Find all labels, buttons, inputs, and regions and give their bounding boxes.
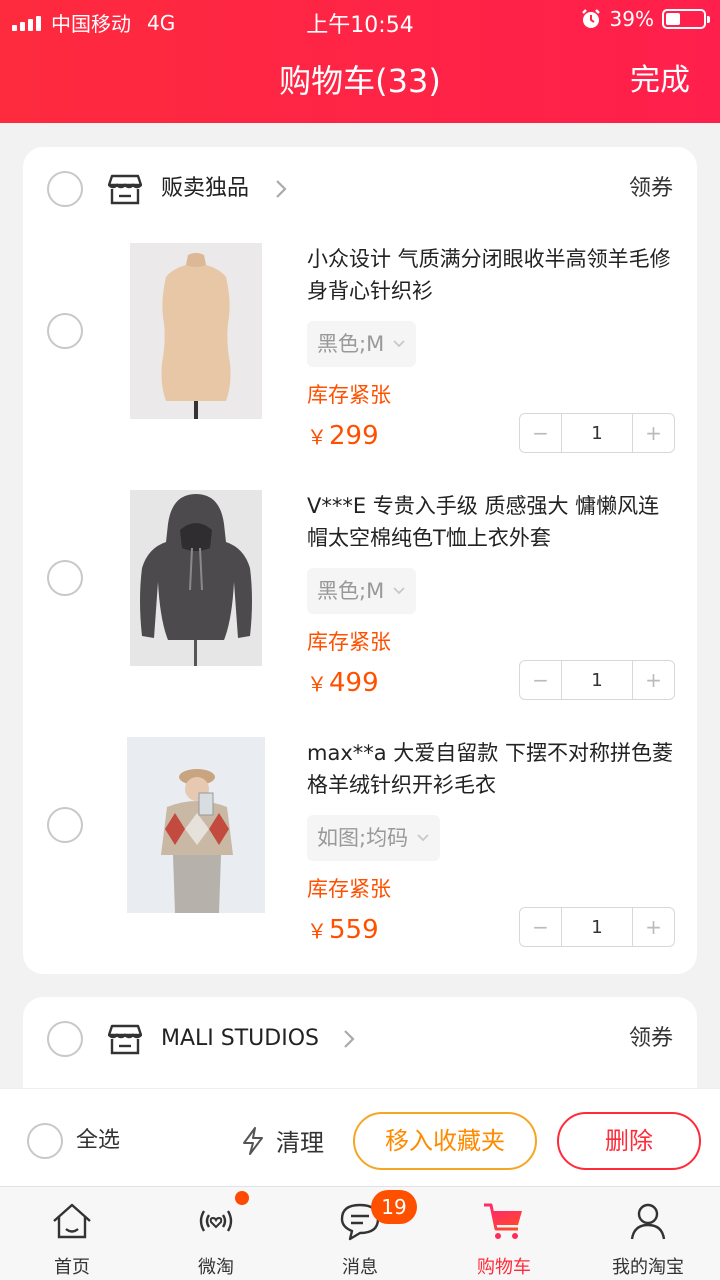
item-select-radio[interactable] (47, 560, 83, 596)
chevron-down-icon (393, 340, 405, 348)
shop-header: 贩卖独品 领券 (23, 147, 697, 233)
currency-symbol: ￥ (307, 425, 327, 449)
tab-home[interactable]: 首页 (0, 1187, 144, 1280)
price: ￥499 (307, 666, 379, 701)
shop-select-radio[interactable] (47, 1021, 83, 1057)
tab-label: 消息 (342, 1257, 378, 1278)
price: ￥559 (307, 913, 379, 948)
notification-dot (235, 1191, 249, 1205)
cart-item: max**a 大爱自留款 下摆不对称拼色菱格羊绒针织开衫毛衣 如图;均码 库存紧… (23, 737, 697, 977)
shop-select-radio[interactable] (47, 171, 83, 207)
alarm-icon (581, 9, 600, 28)
tab-label: 购物车 (477, 1257, 531, 1278)
cart-action-bar: 全选 清理 移入收藏夹 删除 (0, 1088, 720, 1186)
stock-warning: 库存紧张 (307, 383, 391, 407)
quantity-stepper: − 1 + (519, 907, 675, 947)
quantity-value[interactable]: 1 (562, 661, 632, 699)
page-title: 购物车(33) (279, 62, 441, 100)
store-icon (108, 1024, 142, 1055)
stock-warning: 库存紧张 (307, 630, 391, 654)
lightning-icon (243, 1126, 263, 1155)
select-all-radio[interactable] (27, 1123, 63, 1159)
battery-percent: 39% (609, 7, 654, 31)
chevron-right-icon[interactable] (341, 1027, 357, 1051)
quantity-stepper: − 1 + (519, 660, 675, 700)
price-value: 499 (329, 668, 379, 698)
spec-label: 黑色;M (317, 579, 385, 603)
currency-symbol: ￥ (307, 919, 327, 943)
cart-item: 小众设计 气质满分闭眼收半高领羊毛修身背心针织衫 黑色;M 库存紧张 ￥299 … (23, 243, 697, 483)
done-button[interactable]: 完成 (630, 58, 690, 104)
spec-selector[interactable]: 黑色;M (307, 568, 417, 614)
product-image[interactable] (130, 490, 262, 666)
bottom-tab-bar: 首页 微淘 消息 购物车 我的淘宝 (0, 1186, 720, 1280)
product-image[interactable] (127, 737, 265, 913)
coupon-button[interactable]: 领券 (629, 1023, 673, 1055)
move-to-favorites-button[interactable]: 移入收藏夹 (353, 1112, 537, 1170)
chevron-down-icon (417, 834, 429, 842)
shop-name[interactable]: 贩卖独品 (161, 173, 249, 205)
message-count-badge: 19 (371, 1190, 417, 1224)
product-image[interactable] (130, 243, 262, 419)
weitao-icon (199, 1210, 233, 1232)
quantity-stepper: − 1 + (519, 413, 675, 453)
tab-label: 首页 (54, 1257, 90, 1278)
spec-selector[interactable]: 如图;均码 (307, 815, 441, 861)
spec-selector[interactable]: 黑色;M (307, 321, 417, 367)
increase-button[interactable]: + (632, 908, 674, 946)
status-bar: 中国移动 4G 上午10:54 39% (0, 0, 720, 40)
product-title[interactable]: V***E 专贵入手级 质感强大 慵懒风连帽太空棉纯色T恤上衣外套 (307, 490, 677, 554)
price-value: 299 (329, 421, 379, 451)
chevron-right-icon[interactable] (273, 177, 289, 201)
clean-button[interactable]: 清理 (240, 1123, 324, 1158)
shop-name[interactable]: MALI STUDIOS (161, 1023, 319, 1055)
clean-label: 清理 (276, 1129, 324, 1157)
spec-label: 如图;均码 (317, 826, 409, 850)
currency-symbol: ￥ (307, 672, 327, 696)
price: ￥299 (307, 419, 379, 454)
tab-cart[interactable]: 购物车 (432, 1187, 576, 1280)
shop-card: MALI STUDIOS 领券 (23, 997, 697, 1088)
shop-card: 贩卖独品 领券 小众设计 气质满分闭眼收半高领羊毛修身背心针织衫 黑色;M 库存… (23, 147, 697, 974)
increase-button[interactable]: + (632, 661, 674, 699)
delete-button[interactable]: 删除 (557, 1112, 701, 1170)
battery-icon (662, 9, 710, 29)
shop-header: MALI STUDIOS 领券 (23, 997, 697, 1083)
decrease-button[interactable]: − (520, 908, 562, 946)
product-title[interactable]: max**a 大爱自留款 下摆不对称拼色菱格羊绒针织开衫毛衣 (307, 737, 677, 801)
cart-item: V***E 专贵入手级 质感强大 慵懒风连帽太空棉纯色T恤上衣外套 黑色;M 库… (23, 490, 697, 730)
decrease-button[interactable]: − (520, 414, 562, 452)
tab-label: 微淘 (198, 1257, 234, 1278)
app-header: 中国移动 4G 上午10:54 39% 购物车(33) 完成 (0, 0, 720, 123)
item-select-radio[interactable] (47, 313, 83, 349)
tab-my-taobao[interactable]: 我的淘宝 (576, 1187, 720, 1280)
tab-weitao[interactable]: 微淘 (144, 1187, 288, 1280)
product-title[interactable]: 小众设计 气质满分闭眼收半高领羊毛修身背心针织衫 (307, 243, 677, 307)
tab-label: 我的淘宝 (612, 1257, 684, 1278)
item-select-radio[interactable] (47, 807, 83, 843)
stock-warning: 库存紧张 (307, 877, 391, 901)
select-all-label[interactable]: 全选 (76, 1125, 120, 1157)
decrease-button[interactable]: − (520, 661, 562, 699)
cart-icon (484, 1203, 522, 1239)
home-icon (53, 1203, 91, 1239)
quantity-value[interactable]: 1 (562, 414, 632, 452)
spec-label: 黑色;M (317, 332, 385, 356)
price-value: 559 (329, 915, 379, 945)
quantity-value[interactable]: 1 (562, 908, 632, 946)
coupon-button[interactable]: 领券 (629, 173, 673, 205)
store-icon (108, 174, 142, 205)
profile-icon (630, 1203, 666, 1240)
increase-button[interactable]: + (632, 414, 674, 452)
chevron-down-icon (393, 587, 405, 595)
